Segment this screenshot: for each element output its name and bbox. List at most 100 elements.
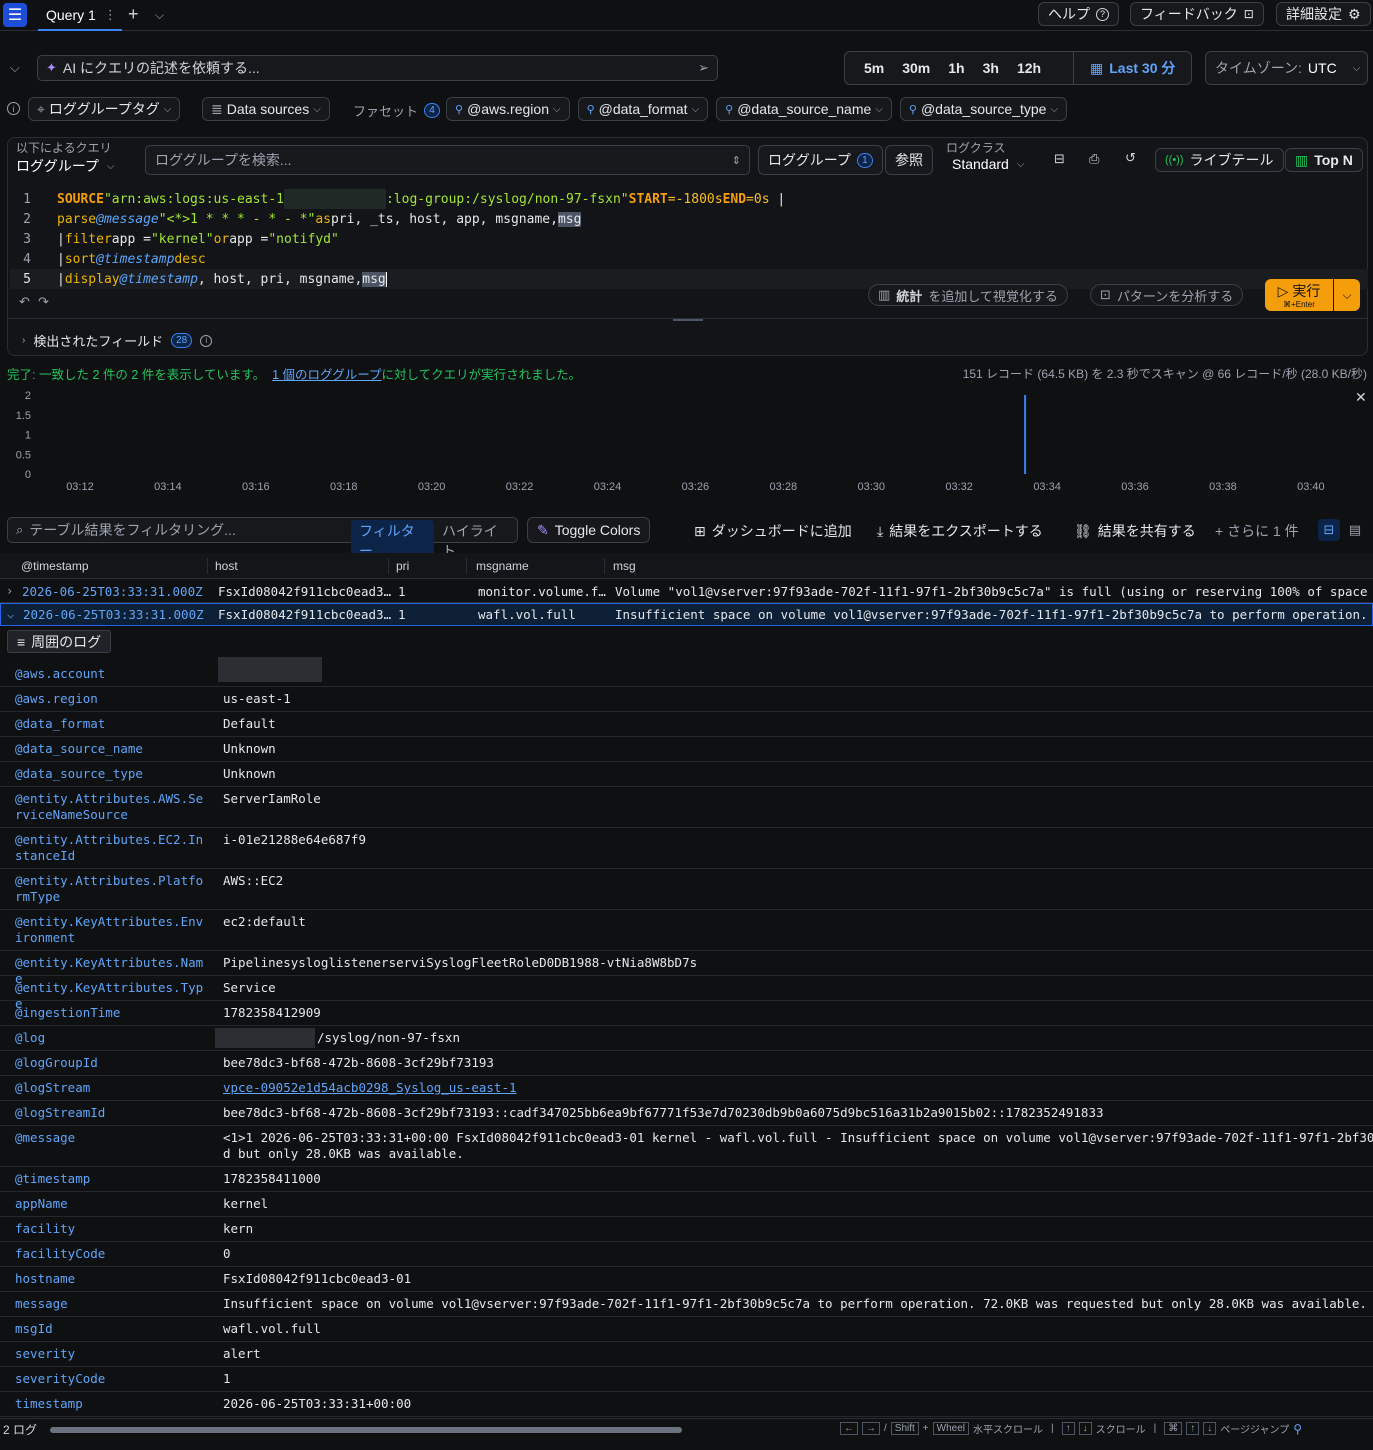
collapse-chevron-icon[interactable]: ⌵	[10, 60, 20, 76]
time-range-3h[interactable]: 3h	[974, 60, 1008, 76]
bookmark-icon[interactable]: ⊟	[1054, 151, 1065, 167]
col-timestamp[interactable]: @timestamp	[21, 559, 89, 573]
cell-pri: 1	[398, 584, 406, 599]
collapse-chevron-icon[interactable]: ⌵	[7, 607, 14, 621]
run-options-button[interactable]: ⌵	[1334, 279, 1360, 311]
detail-field-key: timestamp	[15, 1396, 83, 1411]
send-icon[interactable]: ➢	[698, 60, 709, 76]
resize-grip[interactable]	[673, 319, 703, 321]
history-icon[interactable]: ↺	[1125, 150, 1136, 166]
browse-button[interactable]: 参照	[885, 145, 933, 175]
results-filter-input[interactable]: ⌕ テーブル結果をフィルタリング... フィルター ハイライト	[7, 517, 518, 562]
detail-field: @ingestionTime 1782358412909	[0, 1001, 1373, 1026]
h-scroll-hint: 水平スクロール	[973, 1425, 1043, 1436]
chevron-down-icon: ⌵	[1050, 103, 1059, 115]
menu-icon[interactable]: ☰	[3, 3, 27, 27]
gear-icon: ⚙	[1348, 5, 1361, 22]
save-icon[interactable]: ⎙	[1089, 151, 1099, 167]
detail-field-value[interactable]: vpce-09052e1d54acb0298_Syslog_us-east-1	[223, 1080, 517, 1096]
context-logs-button[interactable]: ≡ 周囲のログ	[7, 630, 112, 653]
detail-field-value: PipelinesysloglistenerserviSyslogFleetRo…	[223, 955, 698, 970]
raw-view-icon[interactable]: ▤	[1345, 519, 1365, 541]
detail-field: @data_format Default	[0, 712, 1373, 737]
time-range-5m[interactable]: 5m	[855, 60, 893, 76]
close-chart-icon[interactable]: ✕	[1355, 389, 1367, 406]
detail-field-key: @log	[15, 1030, 46, 1045]
toggle-colors-button[interactable]: ✎ Toggle Colors	[527, 517, 651, 543]
col-msg[interactable]: msg	[613, 559, 636, 573]
topn-button[interactable]: ▥ Top N	[1285, 148, 1363, 172]
x-tick-label: 03:36	[1121, 481, 1149, 493]
detail-field-key: @logStream	[15, 1080, 91, 1095]
facet-data-format[interactable]: ⚲ @data_format ⌵	[577, 97, 709, 121]
query-editor[interactable]: 1 SOURCE "arn:aws:logs:us-east-1:log-grou…	[10, 189, 1368, 289]
help-label: ヘルプ	[1048, 6, 1090, 22]
timezone-select[interactable]: タイムゾーン: UTC ⌵	[1205, 51, 1368, 85]
keyboard-hints: ← → / Shift + Wheel 水平スクロール | ↑ ↓ スクロール …	[840, 1421, 1302, 1436]
col-pri[interactable]: pri	[396, 559, 409, 573]
new-tab-icon[interactable]: +	[128, 4, 139, 25]
add-dashboard-button[interactable]: ⊞ ダッシュボードに追加	[694, 521, 852, 541]
undo-icon[interactable]: ↶	[19, 294, 30, 310]
feedback-button[interactable]: フィードバック ⊡	[1130, 2, 1264, 26]
line-number: 4	[23, 251, 31, 267]
facet-aws-region[interactable]: ⚲ @aws.region ⌵	[446, 97, 570, 121]
expand-chevron-icon[interactable]: ›	[6, 584, 13, 598]
export-button[interactable]: ⤓ 結果をエクスポートする	[877, 521, 1043, 541]
display-field-msg: msg	[362, 271, 386, 287]
facet-data-source-name[interactable]: ⚲ @data_source_name ⌵	[716, 97, 892, 121]
discovered-fields-toggle[interactable]: › 検出されたフィールド 28 i	[22, 331, 213, 350]
status-loggroup-link[interactable]: 1 個のロググループ	[272, 364, 381, 383]
analyze-pattern-button[interactable]: ⊡ パターンを分析する	[1090, 284, 1244, 306]
table-row-expanded[interactable]: ⌵ 2026-06-25T03:33:31.000Z FsxId08042f91…	[0, 603, 1373, 626]
detail-field-value: FsxId08042f911cbc0ead3-01	[223, 1271, 412, 1286]
x-tick-label: 03:22	[506, 481, 534, 493]
logclass-select[interactable]: ログクラス Standard ⌵	[946, 139, 1024, 172]
share-button[interactable]: ⛓ 結果を共有する	[1074, 521, 1196, 541]
calendar-icon: ▦	[1090, 59, 1104, 76]
ai-placeholder: AI にクエリの記述を依頼する...	[62, 60, 260, 76]
detail-field: @entity.KeyAttributes.Type Service	[0, 976, 1373, 1011]
keyword-start: START	[628, 191, 668, 207]
settings-button[interactable]: 詳細設定 ⚙	[1276, 2, 1371, 26]
tab-menu-icon[interactable]: ⋮	[104, 7, 117, 23]
query-by-value: ロググループ	[16, 158, 99, 174]
info-icon[interactable]: i	[7, 102, 20, 115]
col-msgname[interactable]: msgname	[476, 559, 529, 573]
detail-field-value: AWS::EC2	[223, 873, 284, 888]
table-row[interactable]: › 2026-06-25T03:33:31.000Z FsxId08042f91…	[0, 580, 1373, 603]
add-stats-button[interactable]: ▥ 統計 を追加して視覚化する	[868, 284, 1068, 306]
keyword-as: as	[315, 211, 331, 227]
more-actions-button[interactable]: + さらに 1 件	[1215, 521, 1299, 541]
detail-field-value: alert	[223, 1346, 261, 1361]
time-range-active[interactable]: ▦ Last 30 分	[1073, 52, 1175, 84]
time-range-12h[interactable]: 12h	[1008, 60, 1050, 76]
redo-icon[interactable]: ↷	[38, 294, 49, 310]
tab-query-1[interactable]: Query 1 ⋮	[38, 0, 122, 31]
chevron-down-icon: ⌵	[1016, 158, 1025, 170]
time-range-30m[interactable]: 30m	[893, 60, 939, 76]
shift-key: Shift	[890, 1422, 919, 1435]
tab-dropdown-icon[interactable]: ⌵	[155, 8, 164, 23]
loggroup-button[interactable]: ロググループ 1	[758, 145, 883, 175]
editor-line-4: 4 | sort @timestamp desc	[10, 249, 1368, 269]
run-button[interactable]: ▷ 実行 ⌘+Enter	[1265, 279, 1333, 311]
data-sources-filter[interactable]: ≣ Data sources ⌵	[202, 97, 330, 121]
help-button[interactable]: ヘルプ?	[1038, 2, 1119, 26]
ai-query-input[interactable]: ✦ AI にクエリの記述を依頼する... ➢	[37, 55, 718, 81]
y-tick-label: 1.5	[16, 410, 31, 422]
log-count: 2 ログ	[3, 1423, 38, 1437]
pipe: |	[57, 231, 65, 247]
feedback-label: フィードバック	[1140, 6, 1238, 22]
loggroup-search-input[interactable]: ロググループを検索... ⇕	[145, 145, 750, 175]
livetail-button[interactable]: ((•)) ライブテール	[1155, 148, 1284, 172]
col-host[interactable]: host	[215, 559, 238, 573]
detail-field-key: @entity.KeyAttributes.Environment	[15, 914, 204, 945]
query-by-select[interactable]: 以下によるクエリ ロググループ ⌵	[16, 139, 114, 176]
loggroup-tag-filter[interactable]: ⌖ ロググループタグ ⌵	[28, 97, 181, 121]
facet-data-source-type[interactable]: ⚲ @data_source_type ⌵	[899, 97, 1068, 121]
horizontal-scrollbar[interactable]	[50, 1427, 682, 1433]
table-view-icon[interactable]: ⊟	[1318, 519, 1340, 541]
time-range-1h[interactable]: 1h	[939, 60, 973, 76]
line-number: 5	[23, 271, 31, 287]
